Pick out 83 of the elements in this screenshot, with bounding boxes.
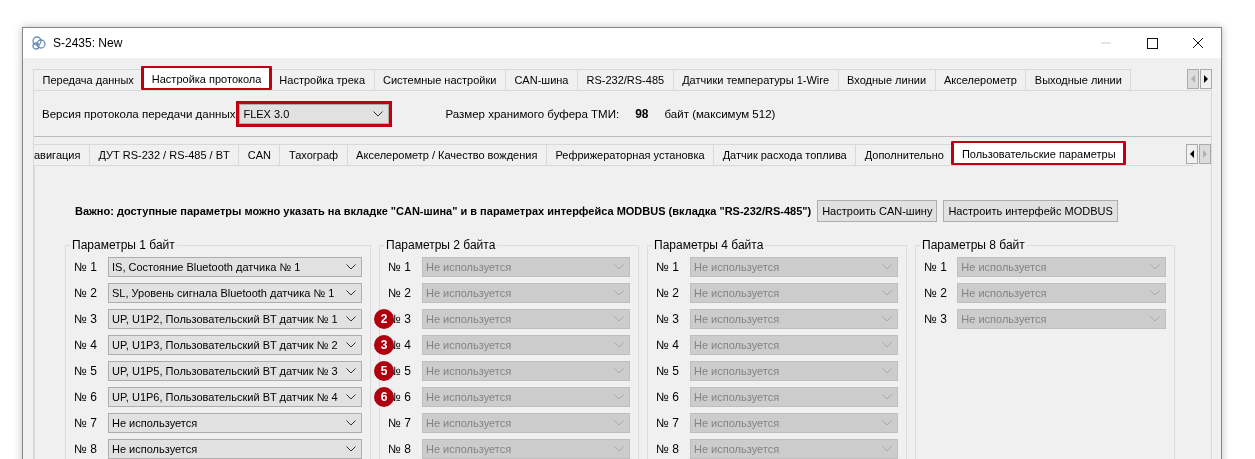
parameter-number: № 8 bbox=[388, 442, 412, 456]
parameter-number: № 6 bbox=[74, 390, 98, 404]
caret-icon bbox=[346, 394, 356, 400]
parameter-number: № 3 bbox=[74, 312, 98, 326]
app-icon bbox=[31, 35, 47, 51]
caret-icon bbox=[882, 368, 892, 374]
configure-button[interactable]: Настроить CAN-шину bbox=[817, 200, 938, 222]
parameter-dropdown[interactable]: Не используется bbox=[108, 439, 362, 459]
tab[interactable]: Настройка протокола bbox=[142, 66, 271, 90]
configure-button[interactable]: Настроить интерфейс MODBUS bbox=[943, 200, 1118, 222]
caret-icon bbox=[346, 368, 356, 374]
parameter-number: № 7 bbox=[74, 416, 98, 430]
group-title: Параметры 8 байт bbox=[921, 238, 1026, 252]
parameter-number: № 2 bbox=[74, 286, 98, 300]
scroll-right-icon[interactable] bbox=[1200, 69, 1212, 89]
tab[interactable]: Пользовательские параметры bbox=[952, 141, 1126, 165]
caret-icon bbox=[882, 290, 892, 296]
caret-icon bbox=[614, 342, 624, 348]
notice-text: Важно: доступные параметры можно указать на вкладке "CAN-шина" и в параметрах интерфейса MODBUS (вкладка "RS-232/RS-485") bbox=[75, 205, 812, 217]
parameter-number: № 1 bbox=[388, 260, 412, 274]
group-title: Параметры 1 байт bbox=[71, 238, 176, 252]
parameter-number: № 2 bbox=[924, 286, 948, 300]
caret-icon bbox=[882, 342, 892, 348]
tab[interactable]: Передача данных bbox=[33, 69, 144, 90]
protocol-version-dropdown[interactable]: FLEX 3.0 bbox=[239, 103, 390, 124]
parameter-number: № 5 bbox=[74, 364, 98, 378]
buffer-size-label: Размер хранимого буфера ТМИ: bbox=[445, 107, 620, 120]
caret-icon bbox=[882, 420, 892, 426]
parameter-number: № 1 bbox=[924, 260, 948, 274]
parameter-dropdown[interactable]: UP, U1P6, Пользовательский BT датчик № 4 bbox=[108, 387, 362, 407]
caret-icon bbox=[346, 342, 356, 348]
callout-badge: 2 bbox=[374, 309, 394, 329]
buffer-size-value: 98 bbox=[635, 106, 649, 121]
caret-icon bbox=[882, 316, 892, 322]
parameter-dropdown[interactable]: UP, U1P2, Пользовательский BT датчик № 1 bbox=[108, 309, 362, 329]
caret-icon bbox=[346, 420, 356, 426]
caret-icon bbox=[346, 290, 356, 296]
callout-badge: 6 bbox=[374, 387, 394, 407]
caret-icon bbox=[614, 446, 624, 452]
caret-icon bbox=[614, 316, 624, 322]
caret-icon bbox=[614, 290, 624, 296]
caret-icon bbox=[614, 420, 624, 426]
caret-icon bbox=[346, 446, 356, 452]
parameter-number: № 2 bbox=[388, 286, 412, 300]
parameter-number: № 4 bbox=[74, 338, 98, 352]
buffer-size-note: байт (максимум 512) bbox=[664, 107, 776, 120]
parameter-number: № 7 bbox=[656, 416, 680, 430]
protocol-version-label: Версия протокола передачи данных bbox=[42, 107, 236, 120]
caret-icon bbox=[346, 316, 356, 322]
caret-icon bbox=[1150, 316, 1160, 322]
callout-badge: 5 bbox=[374, 361, 394, 381]
parameter-number: № 5 bbox=[656, 364, 680, 378]
parameter-number: № 2 bbox=[656, 286, 680, 300]
parameter-number: № 8 bbox=[74, 442, 98, 456]
scroll-left-icon[interactable] bbox=[1186, 144, 1198, 164]
caret-icon bbox=[346, 264, 356, 270]
parameter-dropdown[interactable]: UP, U1P3, Пользовательский BT датчик № 2 bbox=[108, 335, 362, 355]
parameter-number: № 1 bbox=[74, 260, 98, 274]
tab[interactable]: Выходные линии bbox=[1025, 69, 1132, 90]
caret-icon bbox=[882, 446, 892, 452]
caret-icon bbox=[614, 394, 624, 400]
caret-icon bbox=[1150, 264, 1160, 270]
parameter-dropdown[interactable]: Не используется bbox=[108, 413, 362, 433]
caret-icon bbox=[882, 394, 892, 400]
parameter-dropdown[interactable]: SL, Уровень сигнала Bluetooth датчика № 1 bbox=[108, 283, 362, 303]
caret-icon bbox=[614, 264, 624, 270]
parameter-number: № 1 bbox=[656, 260, 680, 274]
parameter-number: № 6 bbox=[656, 390, 680, 404]
group-title: Параметры 4 байта bbox=[653, 238, 765, 252]
caret-icon bbox=[373, 110, 384, 117]
parameter-number: № 3 bbox=[924, 312, 948, 326]
parameter-dropdown[interactable]: UP, U1P5, Пользовательский BT датчик № 3 bbox=[108, 361, 362, 381]
callout-badge: 3 bbox=[374, 335, 394, 355]
caret-icon bbox=[882, 264, 892, 270]
parameter-dropdown[interactable]: IS, Состояние Bluetooth датчика № 1 bbox=[108, 257, 362, 277]
group-title: Параметры 2 байта bbox=[385, 238, 497, 252]
window-title: S-2435: New bbox=[53, 36, 123, 50]
parameter-number: № 3 bbox=[656, 312, 680, 326]
caret-icon bbox=[614, 368, 624, 374]
caret-icon bbox=[1150, 290, 1160, 296]
parameter-number: № 8 bbox=[656, 442, 680, 456]
parameter-number: № 4 bbox=[656, 338, 680, 352]
parameter-number: № 7 bbox=[388, 416, 412, 430]
